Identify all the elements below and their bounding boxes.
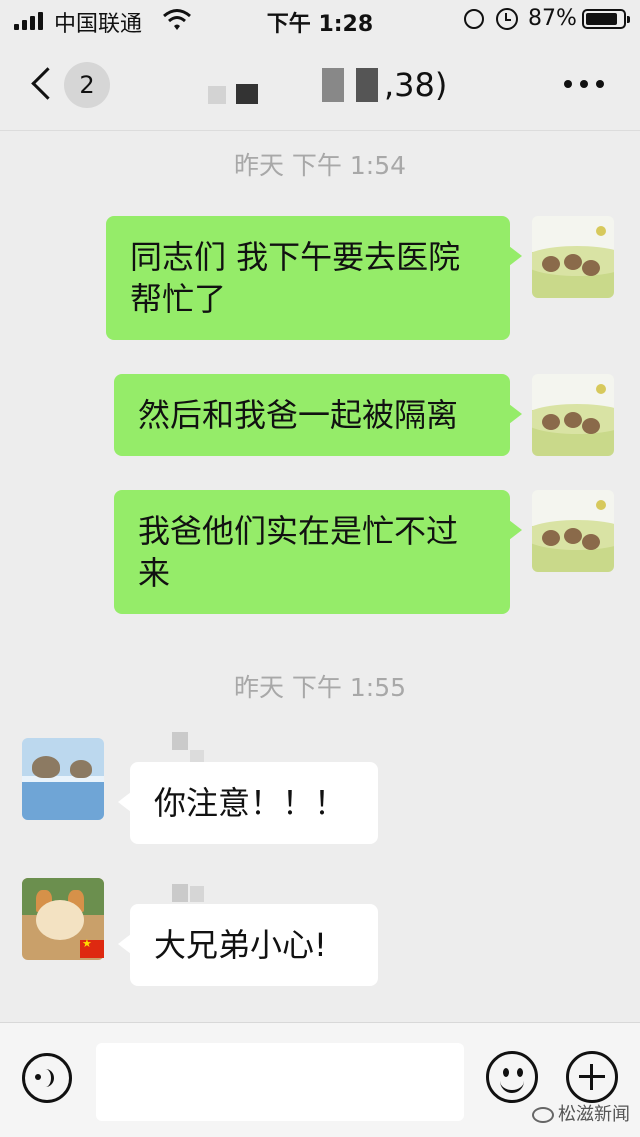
sender-name-blurred [172,732,188,750]
back-button[interactable] [22,64,62,104]
unread-count-badge[interactable]: 2 [64,62,110,108]
message-input[interactable] [96,1043,464,1121]
china-flag-icon [80,937,104,958]
battery-icon [582,9,630,29]
status-bar: 中国联通 下午 1:28 87% [0,0,640,40]
message-timestamp: 昨天 下午 1:55 [233,673,407,702]
title-blurred-text [208,86,226,104]
sender-name-blurred [172,884,188,902]
received-message-bubble[interactable]: 你注意！！！ [118,762,378,844]
rotation-lock-icon [464,9,484,29]
voice-input-button[interactable] [22,1053,72,1103]
my-avatar[interactable] [532,374,614,456]
emoji-button[interactable] [486,1051,538,1103]
alarm-icon [496,8,518,30]
message-line: 帮忙了 [130,280,227,318]
emoji-icon [503,1068,509,1077]
more-functions-button[interactable] [566,1051,618,1103]
message-line: 然后和我爸一起被隔离 [138,396,459,434]
sender-avatar[interactable] [22,738,104,820]
chat-header: 2 ,38) [0,40,640,131]
title-blurred-text [236,84,258,104]
received-message-bubble[interactable]: 大兄弟小心! [118,904,378,986]
sender-name-blurred [190,886,204,902]
my-avatar[interactable] [532,490,614,572]
sent-message-bubble[interactable]: 我爸他们实在是忙不过 来 [114,490,522,614]
message-text: 你注意！！！ [154,784,347,822]
wechat-icon [532,1107,554,1123]
message-line: 我爸他们实在是忙不过 [138,512,459,550]
more-button[interactable] [564,80,604,90]
battery-percent: 87% [528,6,577,31]
watermark: 松滋新闻 [532,1100,630,1126]
message-text: 大兄弟小心! [154,926,327,964]
message-line: 来 [138,554,171,592]
watermark-text: 松滋新闻 [558,1104,630,1125]
my-avatar[interactable] [532,216,614,298]
chat-title[interactable]: ,38) [384,66,447,104]
title-blurred-text [356,68,378,102]
title-blurred-text [322,68,344,102]
sent-message-bubble[interactable]: 同志们 我下午要去医院 帮忙了 [106,216,522,340]
message-line: 同志们 我下午要去医院 [130,238,461,276]
message-timestamp: 昨天 下午 1:54 [233,151,407,180]
sent-message-bubble[interactable]: 然后和我爸一起被隔离 [114,374,522,456]
